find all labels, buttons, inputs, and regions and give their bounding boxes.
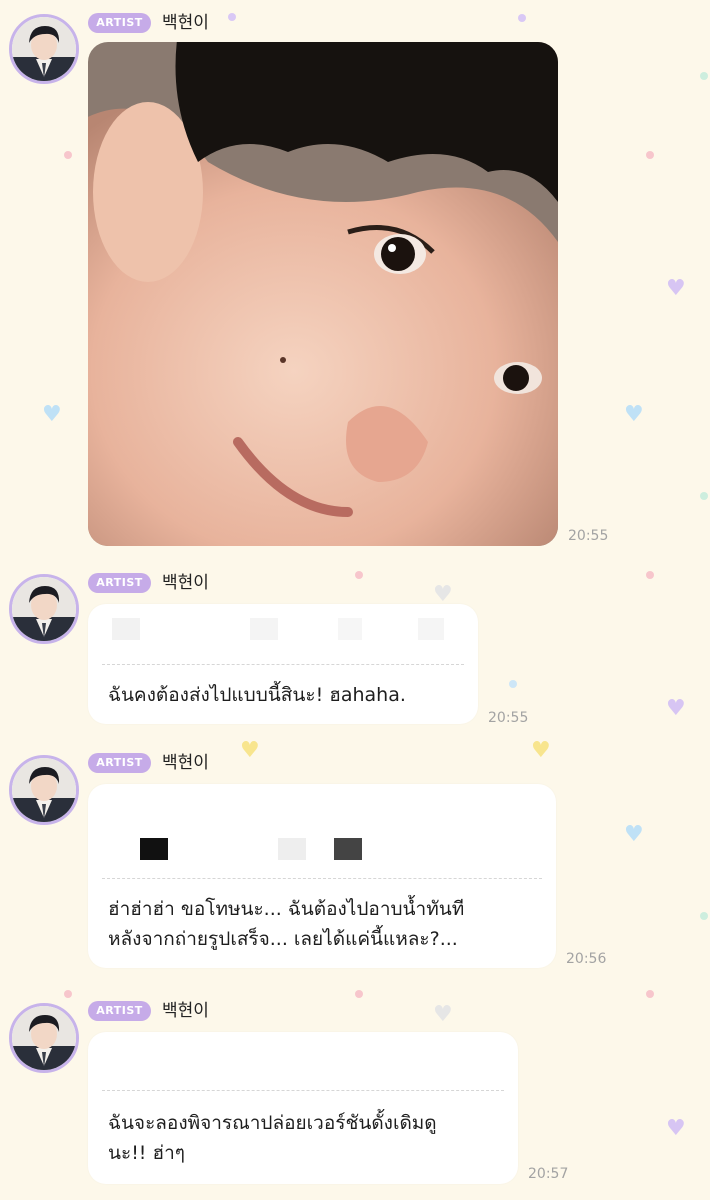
message-bubble[interactable]: ฉันคงต้องส่งไปแบบนี้สินะ! ฮahaha. — [88, 604, 478, 724]
heart-icon: ♥ — [624, 402, 644, 427]
redacted-original-text — [140, 838, 168, 860]
heart-icon: ♥ — [666, 1116, 686, 1141]
decor-dot — [228, 13, 236, 21]
decor-dot — [64, 151, 72, 159]
decor-dot — [700, 912, 708, 920]
decor-dot — [646, 571, 654, 579]
decor-dot — [64, 990, 72, 998]
artist-badge: ARTIST — [88, 1001, 151, 1021]
decor-dot — [700, 72, 708, 80]
message-text: ฉันคงต้องส่งไปแบบนี้สินะ! ฮahaha. — [108, 684, 406, 706]
decor-dot — [509, 680, 517, 688]
artist-badge: ARTIST — [88, 13, 151, 33]
avatar[interactable] — [9, 1003, 79, 1073]
timestamp: 20:56 — [566, 951, 607, 967]
sender-name: 백현이 — [162, 13, 209, 33]
heart-icon: ♥ — [624, 822, 644, 847]
message-bubble[interactable]: ฉันจะลองพิจารณาปล่อยเวอร์ชันดั้งเดิมดู น… — [88, 1032, 518, 1184]
heart-icon: ♥ — [666, 696, 686, 721]
message-text: ฉันจะลองพิจารณาปล่อยเวอร์ชันดั้งเดิมดู น… — [108, 1112, 437, 1164]
sender-name: 백현이 — [162, 753, 209, 773]
timestamp: 20:57 — [528, 1166, 569, 1182]
redacted-original-text — [278, 838, 306, 860]
heart-icon: ♥ — [433, 1002, 453, 1027]
sender-name: 백현이 — [162, 1001, 209, 1021]
heart-icon: ♥ — [42, 402, 62, 427]
translation-divider — [102, 878, 542, 879]
translation-divider — [102, 664, 464, 665]
heart-icon: ♥ — [531, 738, 551, 763]
selfie-photo — [88, 42, 558, 546]
decor-dot — [700, 492, 708, 500]
message-bubble[interactable]: ฮ่าฮ่าฮ่า ขอโทษนะ... ฉันต้องไปอาบน้ำทันท… — [88, 784, 556, 968]
redacted-original-text — [418, 618, 444, 640]
heart-icon: ♥ — [240, 738, 260, 763]
avatar[interactable] — [9, 755, 79, 825]
sender-name: 백현이 — [162, 573, 209, 593]
decor-dot — [646, 151, 654, 159]
decor-dot — [518, 14, 526, 22]
timestamp: 20:55 — [568, 528, 609, 544]
heart-icon: ♥ — [433, 582, 453, 607]
artist-badge: ARTIST — [88, 753, 151, 773]
decor-dot — [646, 990, 654, 998]
redacted-original-text — [338, 618, 362, 640]
decor-dot — [355, 571, 363, 579]
translation-divider — [102, 1090, 504, 1091]
artist-badge: ARTIST — [88, 573, 151, 593]
timestamp: 20:55 — [488, 710, 529, 726]
photo-message[interactable] — [88, 42, 558, 546]
redacted-original-text — [334, 838, 362, 860]
avatar[interactable] — [9, 14, 79, 84]
redacted-original-text — [112, 618, 140, 640]
avatar[interactable] — [9, 574, 79, 644]
decor-dot — [355, 990, 363, 998]
redacted-original-text — [250, 618, 278, 640]
message-text: ฮ่าฮ่าฮ่า ขอโทษนะ... ฉันต้องไปอาบน้ำทันท… — [108, 898, 465, 950]
heart-icon: ♥ — [666, 276, 686, 301]
